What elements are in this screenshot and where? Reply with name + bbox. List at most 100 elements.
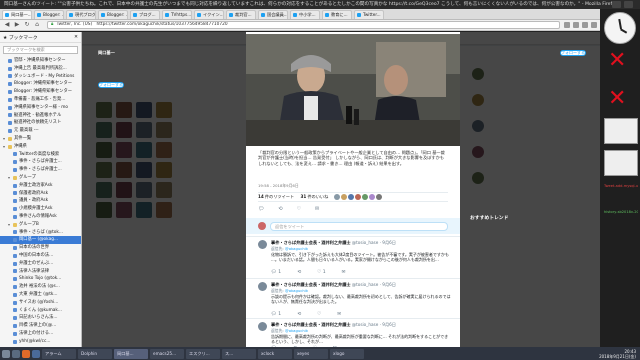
- taskbar-task-7[interactable]: xeyes: [294, 348, 328, 359]
- reload-icon[interactable]: ↻: [23, 21, 31, 29]
- expand-toggle-icon[interactable]: ▾: [8, 221, 12, 229]
- firefox-icon[interactable]: [22, 349, 30, 358]
- sidebar-item-23[interactable]: 岡口基一 (@okag...: [0, 236, 81, 245]
- sidebar-item-3[interactable]: Blogger: 沖縄県知事センター: [0, 80, 81, 88]
- sidebar-item-1[interactable]: 沖縄上告 最高裁判所訴訟...: [0, 65, 81, 73]
- reply-to-handle[interactable]: @okaguchik: [285, 328, 308, 333]
- sidebar-item-29[interactable]: 池井 裕法の法 (@s...: [0, 283, 81, 291]
- bg-follow-button-2[interactable]: フォローする: [560, 50, 586, 56]
- reply-input[interactable]: 返信をツイート: [270, 221, 448, 231]
- sidebar-item-22[interactable]: 事件・さらば (@tok...: [0, 229, 81, 237]
- expand-toggle-icon[interactable]: ▾: [8, 174, 12, 182]
- forward-icon[interactable]: ▶: [13, 21, 21, 29]
- sidebar-item-20[interactable]: 事件さんの情報Ask: [0, 213, 81, 221]
- like-icon[interactable]: ♡: [317, 312, 321, 317]
- sidebar-item-9[interactable]: 元 最高裁 ---: [0, 127, 81, 135]
- sidebar-item-24[interactable]: 日本の法の世界: [0, 244, 81, 252]
- tab-1[interactable]: Blogger: ...: [34, 9, 64, 19]
- sidebar-item-30[interactable]: 大東 弁護士 (@tk...: [0, 291, 81, 299]
- sidebar-item-32[interactable]: くまくん (@kumak...: [0, 307, 81, 315]
- sidebar-item-12[interactable]: Twitterの高度な検索: [0, 151, 81, 159]
- expand-toggle-icon[interactable]: ▾: [3, 135, 7, 143]
- sidebar-item-19[interactable]: 小規模弁護士Ask: [0, 205, 81, 213]
- bookmark-search-input[interactable]: ブックマークを検索: [3, 46, 78, 54]
- sidebar-item-21[interactable]: ▾ グループB: [0, 221, 81, 229]
- tab-9[interactable]: 中小学...: [290, 9, 320, 19]
- retweet-icon[interactable]: ⟲: [278, 206, 282, 214]
- retweet-count[interactable]: 14: [258, 194, 264, 199]
- like-count[interactable]: 31: [301, 194, 307, 199]
- taskbar-task-1[interactable]: Dolphin: [78, 348, 112, 359]
- retweet-icon[interactable]: ⟲: [293, 346, 297, 347]
- liker-avatars[interactable]: [333, 194, 382, 200]
- bookmark-star-icon[interactable]: [564, 22, 570, 28]
- sidebar-item-11[interactable]: ▾ 沖縄県: [0, 143, 81, 151]
- reply-icon[interactable]: 💬︎ 1: [271, 270, 281, 275]
- sidebar-item-35[interactable]: 法律上の付ける...: [0, 330, 81, 338]
- reply-icon[interactable]: 💬︎: [271, 346, 277, 347]
- reply-icon[interactable]: 💬︎: [258, 206, 264, 214]
- retweet-icon[interactable]: ⟲: [297, 312, 301, 317]
- sidebar-item-4[interactable]: Blogger: 沖縄県知事センター: [0, 88, 81, 96]
- reply-to-handle[interactable]: @okaguchik: [285, 246, 308, 251]
- sidebar-item-10[interactable]: ▾ 其件一覧: [0, 135, 81, 143]
- tab-7[interactable]: 裁判官...: [226, 9, 256, 19]
- home-icon[interactable]: ⌂: [33, 21, 41, 29]
- close-sidebar-icon[interactable]: ✕: [74, 35, 78, 40]
- file-manager-icon[interactable]: [12, 349, 20, 358]
- sidebar-item-36[interactable]: yhh(@kwl/cc...: [0, 338, 81, 346]
- reply-tweet[interactable]: 事件・さらば弁護士会長・酒井利之弁護士 @tosio_hase · 9月6日 返信…: [258, 322, 454, 347]
- xclock-widget[interactable]: [604, 12, 636, 44]
- taskbar-task-6[interactable]: xclock: [258, 348, 292, 359]
- tab-3[interactable]: Blogger: ...: [98, 9, 128, 19]
- dm-icon[interactable]: ✉: [315, 206, 319, 214]
- taskbar-task-3[interactable]: emacs25...: [150, 348, 184, 359]
- downloads-icon[interactable]: [573, 22, 579, 28]
- sidebar-item-13[interactable]: 事件・さらば弁護士...: [0, 158, 81, 166]
- sidebar-item-28[interactable]: Shinko Tojo (@tok...: [0, 275, 81, 283]
- sidebar-item-27[interactable]: 法律人法律法律: [0, 268, 81, 276]
- sidebar-item-26[interactable]: 弁護士のぜんぶ...: [0, 260, 81, 268]
- close-window-button[interactable]: [624, 1, 633, 8]
- retweet-icon[interactable]: ⟲: [297, 270, 301, 275]
- like-icon[interactable]: ♡: [313, 346, 317, 347]
- reply-author[interactable]: 事件・さらば弁護士会長・酒井利之弁護士: [271, 282, 351, 287]
- sidebar-item-16[interactable]: 弁護士政治家Ask: [0, 182, 81, 190]
- taskbar-task-4[interactable]: エスクリ...: [186, 348, 220, 359]
- dm-icon[interactable]: ✉: [333, 346, 337, 347]
- menu-icon[interactable]: [591, 22, 597, 28]
- expand-toggle-icon[interactable]: ▾: [3, 143, 7, 151]
- taskbar-task-8[interactable]: xlogo: [330, 348, 364, 359]
- sidebar-item-2[interactable]: ダッシュボード - My Petitions: [0, 73, 81, 81]
- reply-author[interactable]: 事件・さらば弁護士会長・酒井利之弁護士: [271, 240, 351, 245]
- sidebar-item-18[interactable]: 議員・政府Ask: [0, 197, 81, 205]
- reply-tweet[interactable]: 事件・さらば弁護士会長・酒井利之弁護士 @tosio_hase · 9月6日 返信…: [258, 240, 454, 276]
- sidebar-item-0[interactable]: 官邸・沖縄県知事センター: [0, 57, 81, 65]
- tab-11[interactable]: Twitter...: [354, 9, 384, 19]
- taskbar-task-2[interactable]: 岡口基...: [114, 348, 148, 359]
- mini-window-2[interactable]: [604, 150, 638, 176]
- start-menu-icon[interactable]: [2, 349, 10, 358]
- mini-window[interactable]: [604, 118, 638, 144]
- sidebar-item-8[interactable]: 勧進神社の依頼先リスト: [0, 119, 81, 127]
- reply-handle[interactable]: @tosio_hase · 9月6日: [352, 322, 396, 327]
- tweet-timestamp[interactable]: 19:58 - 2018年9月6日: [258, 183, 299, 189]
- bg-follow-button[interactable]: フォローする: [98, 82, 124, 88]
- system-clock[interactable]: 20:43 2018年9月21日(金): [599, 349, 638, 359]
- sidebar-item-31[interactable]: サイスお (@Yoshi...: [0, 299, 81, 307]
- tab-2[interactable]: 現代ブログ...: [66, 9, 96, 19]
- sidebar-item-33[interactable]: 日記おいらさん法...: [0, 314, 81, 322]
- sidebar-item-34[interactable]: 目標 法律上の(@...: [0, 322, 81, 330]
- tab-10[interactable]: 教育に...: [322, 9, 352, 19]
- dm-icon[interactable]: ✉: [342, 270, 346, 275]
- reply-icon[interactable]: 💬︎ 1: [271, 312, 281, 317]
- library-icon[interactable]: [582, 22, 588, 28]
- tweet-photo[interactable]: [246, 34, 460, 146]
- avatar[interactable]: [258, 322, 267, 331]
- tab-8[interactable]: 国会議員...: [258, 9, 288, 19]
- back-icon[interactable]: ◀: [3, 21, 11, 29]
- avatar[interactable]: [258, 282, 267, 291]
- terminal-icon[interactable]: [32, 349, 40, 358]
- dm-icon[interactable]: ✉: [337, 312, 341, 317]
- sidebar-item-14[interactable]: 事件・さらば弁護士...: [0, 166, 81, 174]
